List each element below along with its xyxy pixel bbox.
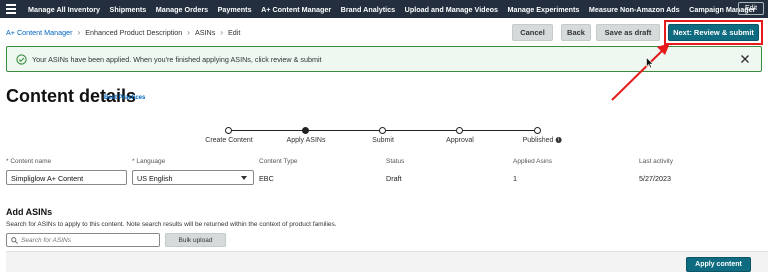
step-dot-create-content <box>225 127 232 134</box>
step-dot-submit <box>379 127 386 134</box>
step-label-published: Published <box>522 137 554 144</box>
step-label-submit: Submit <box>372 137 394 144</box>
results-panel <box>6 251 768 272</box>
search-icon <box>11 237 18 244</box>
language-select[interactable]: US English <box>132 170 254 185</box>
step-label-published-wrap: Published i <box>523 137 562 144</box>
applied-asins-label: Applied Asins <box>513 158 553 165</box>
caret-down-icon <box>241 176 247 180</box>
step-dot-approval <box>456 127 463 134</box>
content-type-label: Content Type <box>259 158 298 165</box>
last-activity-value: 5/27/2023 <box>639 174 671 183</box>
info-icon[interactable]: i <box>555 137 562 144</box>
add-asins-description: Search for ASINs to apply to this conten… <box>6 221 337 228</box>
last-activity-label: Last activity <box>639 158 673 165</box>
language-selected-value: US English <box>137 174 173 183</box>
step-dot-published <box>534 127 541 134</box>
asin-search-input[interactable] <box>21 235 156 245</box>
status-value: Draft <box>386 174 402 183</box>
applied-asins-value: 1 <box>513 174 517 183</box>
step-dot-apply-asins <box>302 127 309 134</box>
step-label-apply-asins: Apply ASINs <box>286 137 326 144</box>
status-label: Status <box>386 158 405 165</box>
content-name-input[interactable]: Simpliglow A+ Content <box>6 170 127 185</box>
step-label-create-content: Create Content <box>205 137 253 144</box>
bulk-upload-button[interactable]: Bulk upload <box>165 233 226 247</box>
add-asins-heading: Add ASINs <box>6 207 53 217</box>
progress-stepper: Create Content Apply ASINs Submit Approv… <box>0 0 768 272</box>
asin-search-field[interactable] <box>6 233 160 247</box>
step-label-approval: Approval <box>446 137 474 144</box>
content-name-label: * Content name <box>6 158 52 165</box>
apply-content-button[interactable]: Apply content <box>686 257 751 272</box>
language-label: * Language <box>132 158 166 165</box>
content-type-value: EBC <box>259 174 274 183</box>
